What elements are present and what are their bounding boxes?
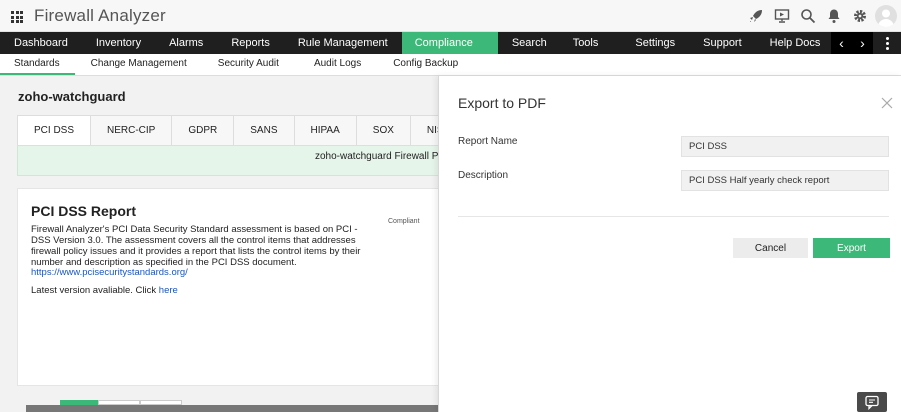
subnav-change-management[interactable]: Change Management [75, 54, 203, 75]
subnav-config-backup[interactable]: Config Backup [377, 54, 474, 75]
chevron-left-icon[interactable]: ‹ [839, 35, 844, 51]
nav-alarms[interactable]: Alarms [155, 32, 217, 54]
nav-reports[interactable]: Reports [217, 32, 284, 54]
chevron-right-icon[interactable]: › [860, 35, 865, 51]
subnav-standards[interactable]: Standards [0, 54, 75, 75]
here-link[interactable]: here [159, 285, 178, 296]
sub-nav: Standards Change Management Security Aud… [0, 54, 901, 76]
bottom-tab[interactable] [98, 400, 140, 405]
description-input[interactable] [681, 170, 889, 191]
nav-scroll-arrows: ‹ › [831, 32, 873, 54]
app-grid-icon[interactable] [11, 11, 23, 23]
description-label: Description [458, 170, 509, 181]
presentation-icon[interactable] [769, 0, 795, 32]
user-avatar-icon[interactable] [875, 5, 897, 27]
standard-tabs: PCI DSS NERC-CIP GDPR SANS HIPAA SOX NIS… [17, 115, 468, 145]
pci-standards-link[interactable]: https://www.pcisecuritystandards.org/ [31, 267, 188, 278]
compliance-banner: zoho-watchguard Firewall PCI D [17, 145, 458, 176]
horizontal-scrollbar[interactable] [26, 405, 438, 412]
top-bar: Firewall Analyzer [0, 0, 901, 32]
tab-nerc-cip[interactable]: NERC-CIP [91, 116, 173, 145]
rocket-icon[interactable] [743, 0, 769, 32]
report-card: PCI DSS Report Firewall Analyzer's PCI D… [17, 188, 447, 386]
tab-hipaa[interactable]: HIPAA [294, 116, 357, 145]
report-name-input[interactable] [681, 136, 889, 157]
report-description: Firewall Analyzer's PCI Data Security St… [31, 224, 361, 268]
top-icons [743, 0, 901, 32]
nav-rule-management[interactable]: Rule Management [284, 32, 402, 54]
report-name-label: Report Name [458, 136, 518, 147]
export-pdf-dialog: Export to PDF Report Name Description Ca… [438, 76, 901, 412]
nav-inventory[interactable]: Inventory [82, 32, 155, 54]
cancel-button[interactable]: Cancel [733, 238, 808, 258]
nav-dashboard[interactable]: Dashboard [0, 32, 82, 54]
nav-search[interactable]: Search [498, 32, 561, 54]
latest-version-prefix: Latest version avaliable. Click [31, 285, 159, 296]
nav-support[interactable]: Support [689, 32, 756, 54]
dialog-title: Export to PDF [458, 95, 546, 111]
device-name: zoho-watchguard [18, 89, 126, 104]
tab-sans[interactable]: SANS [234, 116, 295, 145]
chart-compliant-label: Compliant [388, 218, 420, 225]
tab-sox[interactable]: SOX [356, 116, 411, 145]
tab-gdpr[interactable]: GDPR [172, 116, 235, 145]
bottom-tab[interactable] [140, 400, 182, 405]
bottom-tab-active[interactable] [60, 400, 98, 405]
tab-pci-dss[interactable]: PCI DSS [18, 116, 92, 145]
nav-compliance[interactable]: Compliance [401, 32, 498, 54]
bell-icon[interactable] [821, 0, 847, 32]
latest-version-text: Latest version avaliable. Click here [31, 285, 178, 296]
subnav-security-audit[interactable]: Security Audit [203, 54, 295, 75]
export-button[interactable]: Export [813, 238, 890, 258]
gear-icon[interactable] [847, 0, 873, 32]
banner-text: zoho-watchguard Firewall PCI D [315, 151, 459, 162]
main-nav: Dashboard Inventory Alarms Reports Rule … [0, 32, 901, 54]
report-title: PCI DSS Report [31, 203, 137, 219]
nav-settings[interactable]: Settings [622, 32, 689, 54]
nav-help-docs[interactable]: Help Docs [756, 32, 835, 54]
close-icon[interactable] [880, 96, 894, 110]
search-icon[interactable] [795, 0, 821, 32]
dialog-divider [458, 216, 889, 217]
app-title: Firewall Analyzer [34, 6, 166, 25]
chat-icon[interactable] [857, 392, 887, 412]
more-vertical-icon[interactable] [873, 32, 901, 54]
subnav-audit-logs[interactable]: Audit Logs [295, 54, 377, 75]
nav-tools[interactable]: Tools [561, 32, 623, 54]
